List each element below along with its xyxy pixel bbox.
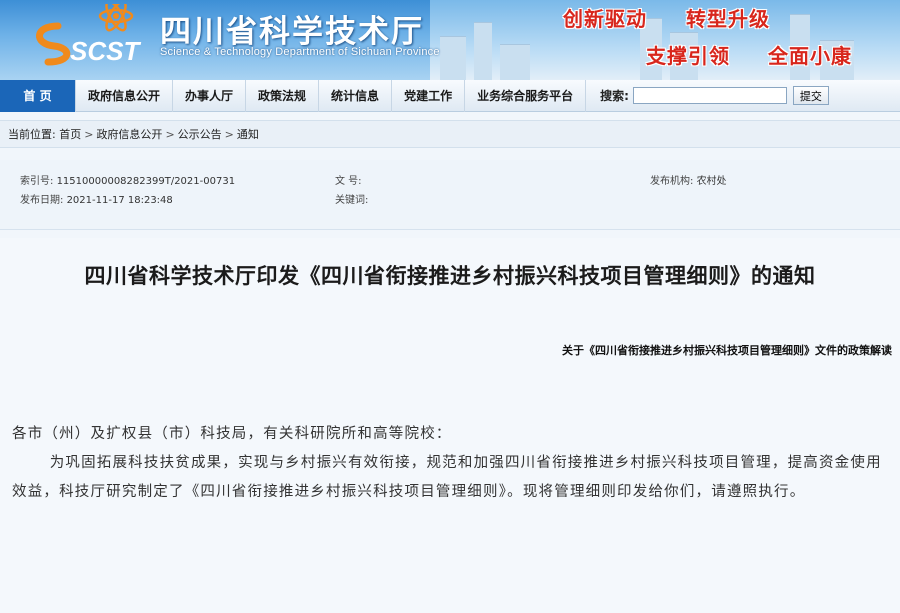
meta-doc-no: 文 号:	[335, 172, 362, 187]
slogan-2: 转型升级	[686, 7, 770, 31]
article-body: 各市（州）及扩权县（市）科技局，有关科研院所和高等院校： 为巩固拓展科技扶贫成果…	[12, 420, 888, 507]
breadcrumb-notices[interactable]: 通知	[237, 128, 259, 141]
search-label: 搜索:	[600, 89, 629, 103]
skyline-building	[474, 22, 492, 80]
meta-issuer-label: 发布机构:	[650, 176, 694, 187]
meta-keywords-label: 关键词:	[335, 195, 369, 206]
article-salutation: 各市（州）及扩权县（市）科技局，有关科研院所和高等院校：	[12, 426, 452, 442]
skyline-building	[500, 44, 530, 80]
document-meta: 索引号: 115100000082823​99T/2021-00731 文 号:…	[0, 160, 900, 230]
article: 四川省科学技术厅印发《四川省衔接推进乡村振兴科技项目管理细则》的通知 关于《四川…	[0, 238, 900, 613]
scst-logo-icon[interactable]: SCST	[28, 4, 148, 70]
breadcrumb-separator: >	[84, 128, 94, 141]
search-submit-button[interactable]: 提交	[792, 86, 829, 105]
breadcrumb-gov-info[interactable]: 政府信息公开	[96, 128, 162, 141]
search-input[interactable]	[632, 87, 787, 104]
meta-doc-no-label: 文 号:	[335, 176, 362, 187]
article-title: 四川省科学技术厅印发《四川省衔接推进乡村振兴科技项目管理细则》的通知	[84, 264, 816, 288]
meta-index: 索引号: 115100000082823​99T/2021-00731	[20, 172, 235, 187]
site-title: 四川省科学技术厅	[160, 14, 424, 50]
article-paragraph: 为巩固拓展科技扶贫成果，实现与乡村振兴有效衔接，规范和加强四川省衔接推进乡村振兴…	[12, 455, 882, 500]
meta-issuer-value: 农村处	[696, 176, 727, 187]
nav-item-home[interactable]: 首 页	[0, 79, 76, 112]
nav-item-service-platform[interactable]: 业务综合服务平台	[465, 79, 587, 112]
breadcrumb-separator: >	[224, 128, 234, 141]
slogan-4: 全面小康	[768, 44, 852, 68]
breadcrumb-home[interactable]: 首页	[59, 128, 81, 141]
nav-item-party[interactable]: 党建工作	[392, 79, 466, 112]
nav-item-services[interactable]: 办事人厅	[173, 79, 247, 112]
site-subtitle: Science & Technology Department of Sichu…	[160, 46, 440, 58]
slogan-1: 创新驱动	[563, 7, 647, 31]
policy-interpretation-link[interactable]: 关于《四川省衔接推进乡村振兴科技项目管理细则》文件的政策解读	[562, 342, 892, 358]
nav-item-policies[interactable]: 政策法规	[246, 79, 320, 112]
meta-date-label: 发布日期:	[20, 195, 64, 206]
breadcrumb-separator: >	[165, 128, 175, 141]
main-nav: 首 页 政府信息公开 办事人厅 政策法规 统计信息 党建工作 业务综合服务平台 …	[0, 79, 900, 112]
breadcrumb: 当前位置: 首页 > 政府信息公开 > 公示公告 > 通知	[0, 120, 900, 148]
nav-item-statistics[interactable]: 统计信息	[319, 79, 393, 112]
meta-index-value: 115100000082823​99T/2021-00731	[56, 176, 236, 187]
skyline-building	[440, 36, 466, 80]
breadcrumb-prefix: 当前位置:	[8, 128, 56, 141]
meta-date: 发布日期: 2021-11-17 18:23:48	[20, 191, 173, 206]
slogan-3: 支撑引领	[646, 44, 730, 68]
site-banner: SCST 四川省科学技术厅 Science & Technology Depar…	[0, 0, 900, 80]
meta-keywords: 关键词:	[335, 191, 368, 206]
meta-index-label: 索引号:	[20, 176, 54, 187]
meta-date-value: 2021-11-17 18:23:48	[66, 195, 173, 206]
breadcrumb-announcements[interactable]: 公示公告	[178, 128, 222, 141]
nav-item-gov-info[interactable]: 政府信息公开	[76, 79, 174, 112]
meta-issuer: 发布机构: 农村处	[650, 172, 727, 187]
logo-text: SCST	[70, 36, 141, 66]
